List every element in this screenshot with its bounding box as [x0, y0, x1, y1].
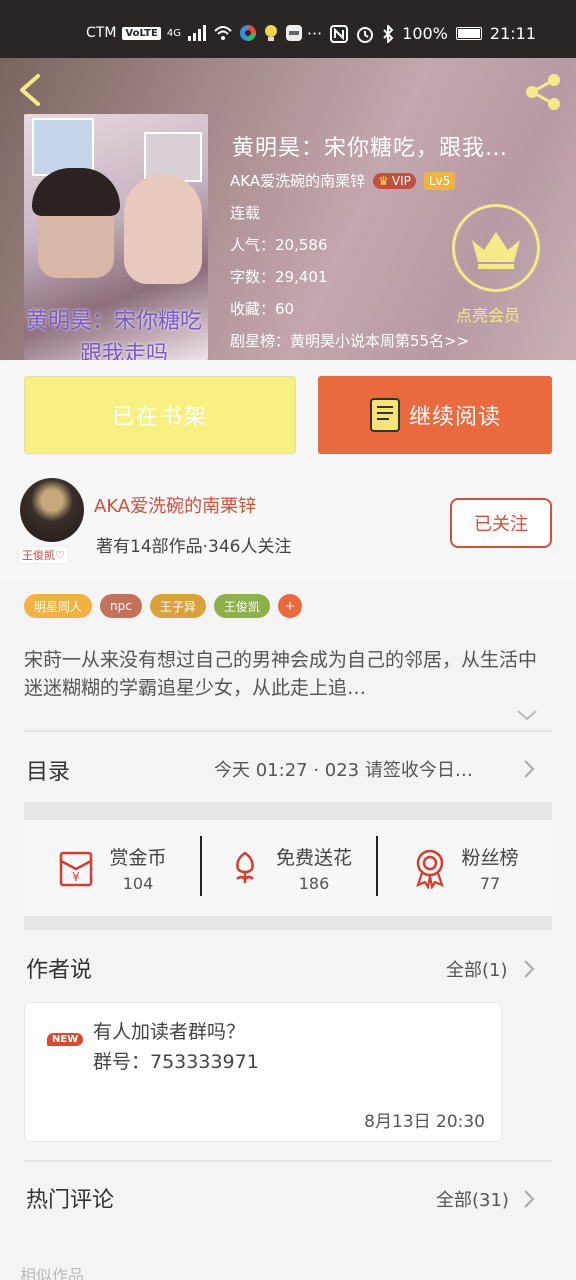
tag-chip[interactable]: 明星同人	[24, 594, 93, 618]
follow-button[interactable]: 已关注	[450, 498, 552, 548]
stat-label: 粉丝榜	[461, 847, 519, 869]
cover-figure-female	[114, 158, 208, 298]
status-bar: CTM VoLTE 4G ··· 100% 21:11	[0, 0, 576, 58]
post-text-2: 群号：753333971	[93, 1051, 259, 1073]
hot-comments-all-link[interactable]: 全部(31)	[436, 1186, 509, 1212]
continue-reading-label: 继续阅读	[408, 405, 501, 430]
huawei-app-icon	[285, 25, 302, 41]
status-left: CTM VoLTE 4G	[86, 24, 303, 42]
chevron-down-icon[interactable]	[516, 708, 538, 722]
book-icon	[369, 398, 400, 432]
hot-comments-title: 热门评论	[26, 1188, 115, 1213]
new-badge: NEW	[47, 1033, 84, 1046]
post-timestamp: 8月13日 20:30	[364, 1112, 485, 1132]
tag-chip[interactable]: 王子异	[149, 594, 206, 618]
svg-text:¥: ¥	[73, 870, 81, 884]
more-dots-icon: ···	[306, 24, 323, 43]
word-count: 字数：29,401	[230, 268, 328, 286]
crown-mini-icon: ♛	[378, 173, 389, 188]
section-gap	[24, 802, 552, 820]
alarm-icon	[357, 26, 374, 43]
header-author-line: AKA爱洗碗的南栗锌 ♛ VIP Lv5	[230, 170, 456, 191]
stat-label: 免费送花	[275, 847, 352, 869]
nfc-icon	[330, 24, 349, 43]
stat-value: 186	[298, 874, 330, 893]
signal-icon	[187, 25, 206, 41]
divider	[24, 1160, 552, 1162]
medal-icon	[416, 849, 445, 889]
clock: 21:11	[489, 24, 536, 43]
cover-figure-male	[32, 168, 120, 278]
author-name[interactable]: AKA爱洗碗的南栗锌	[94, 492, 256, 518]
vip-badge: ♛ VIP	[373, 172, 416, 189]
flower-icon	[236, 851, 254, 883]
catalog-title[interactable]: 目录	[26, 754, 70, 786]
book-header: 黄明昊：宋你糖吃 跟我走吗 黄明昊：宋你糖吃，跟我… AKA爱洗碗的南栗锌 ♛ …	[0, 58, 576, 360]
author-says-title: 作者说	[26, 958, 93, 983]
status-right: ··· 100% 21:11	[307, 24, 536, 43]
author-avatar[interactable]	[20, 478, 84, 542]
cover-title-text-2: 跟我走吗	[80, 342, 169, 360]
back-arrow-icon[interactable]	[14, 72, 50, 108]
stat-label: 赏金币	[109, 847, 167, 869]
vip-member-button[interactable]	[452, 204, 540, 292]
in-shelf-button[interactable]: 已在书架	[24, 376, 296, 454]
popularity: 人气：20,586	[230, 236, 328, 254]
bulb-icon	[264, 25, 277, 41]
book-title: 黄明昊：宋你糖吃，跟我…	[232, 136, 509, 161]
tag-chip[interactable]: 王俊凯	[213, 594, 270, 618]
serial-status: 连载	[230, 204, 261, 222]
level-badge: Lv5	[423, 171, 456, 190]
author-says-all-link[interactable]: 全部(1)	[446, 956, 508, 982]
continue-reading-button[interactable]: 继续阅读	[318, 376, 552, 454]
cover-title-text: 黄明昊：宋你糖吃	[26, 309, 203, 334]
action-bar: 已在书架 继续阅读	[0, 360, 576, 460]
avatar-tag: 王俊凯♡	[18, 546, 69, 564]
stat-value: 104	[122, 874, 154, 893]
chevron-right-icon[interactable]	[522, 1188, 536, 1210]
author-stats: 著有14部作品·346人关注	[96, 537, 292, 557]
wifi-icon	[214, 26, 232, 40]
header-author-name[interactable]: AKA爱洗碗的南栗锌	[230, 170, 365, 191]
ranking-link[interactable]: 剧星榜：黄明昊小说本周第55名>>	[230, 330, 570, 351]
vip-member-label[interactable]: 点亮会员	[456, 302, 520, 326]
battery-icon	[455, 27, 482, 40]
section-gap	[24, 916, 552, 930]
book-cover[interactable]: 黄明昊：宋你糖吃 跟我走吗	[24, 114, 208, 360]
crown-icon	[472, 232, 520, 269]
author-post-card[interactable]: NEW 有人加读者群吗？ 群号：753333971 8月13日 20:30	[24, 1002, 502, 1142]
free-flowers-stat[interactable]: 免费送花 186	[200, 820, 376, 916]
fans-rank-stat[interactable]: 粉丝榜 77	[376, 820, 552, 916]
tag-list: 明星同人 npc 王子异 王俊凯 +	[24, 594, 302, 618]
stat-value: 77	[479, 874, 501, 893]
post-text: 有人加读者群吗？	[93, 1021, 246, 1043]
vip-label: VIP	[391, 173, 411, 188]
similar-works-title: 相似作品	[20, 1266, 85, 1280]
app-color-icon	[239, 25, 256, 41]
divider	[24, 730, 552, 732]
tag-chip[interactable]: npc	[100, 594, 142, 618]
stats-row: ¥ 赏金币 104 免费送花 186 粉丝榜 77	[24, 820, 552, 916]
latest-chapter[interactable]: 今天 01:27 · 023 请签收今日…	[214, 756, 510, 782]
red-envelope-icon: ¥	[60, 851, 93, 887]
carrier-label: CTM	[86, 25, 117, 41]
reward-coins-stat[interactable]: ¥ 赏金币 104	[24, 820, 200, 916]
bluetooth-icon	[383, 24, 394, 43]
chevron-right-icon[interactable]	[522, 758, 536, 780]
share-icon[interactable]	[524, 72, 564, 112]
chevron-right-icon[interactable]	[522, 958, 536, 980]
battery-percent: 100%	[402, 24, 448, 43]
add-tag-button[interactable]: +	[277, 594, 302, 618]
network-label: 4G	[166, 27, 181, 39]
book-synopsis: 宋莳一从来没有想过自己的男神会成为自己的邻居，从生活中迷迷糊糊的学霸追星少女，从…	[24, 649, 538, 699]
volte-badge: VoLTE	[122, 26, 161, 40]
author-row: 王俊凯♡ AKA爱洗碗的南栗锌 著有14部作品·346人关注 已关注	[0, 460, 576, 580]
favorites-count: 收藏：60	[230, 300, 295, 318]
